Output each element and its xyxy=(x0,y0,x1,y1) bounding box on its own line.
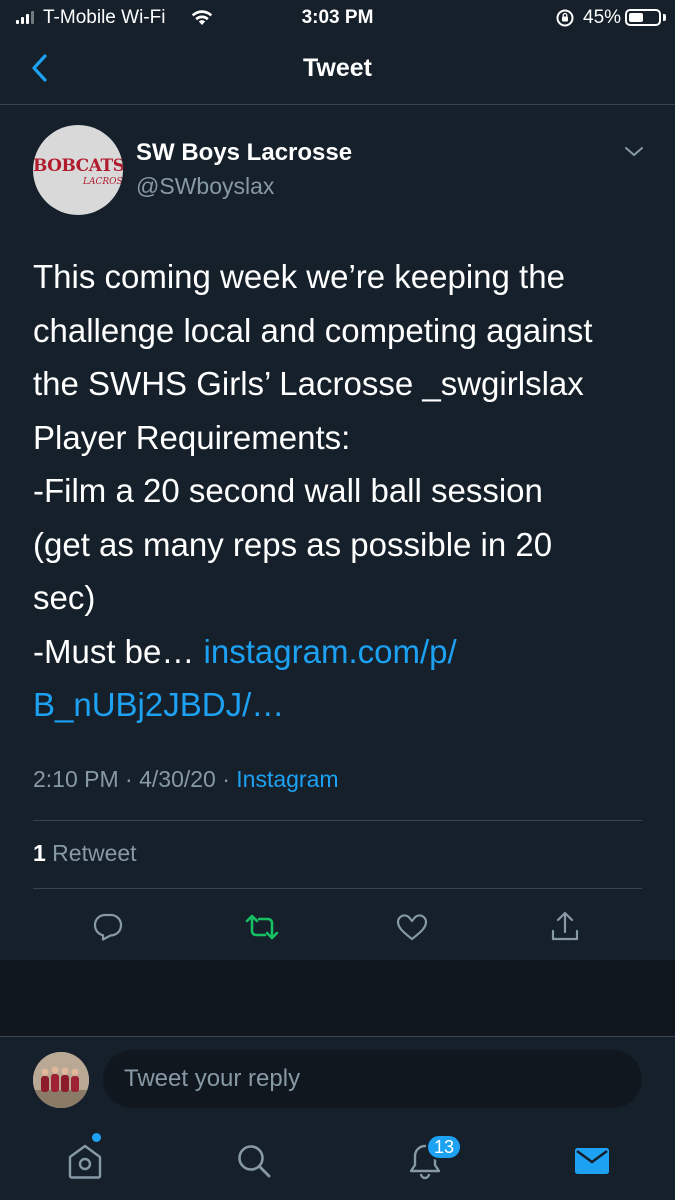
tweet-line: sec) xyxy=(33,579,96,616)
retweet-count: 1 xyxy=(33,840,46,866)
retweet-stats[interactable]: 1 Retweet xyxy=(33,840,137,867)
retweet-label: Retweet xyxy=(45,840,137,866)
reply-placeholder: Tweet your reply xyxy=(124,1065,301,1092)
status-bar: T-Mobile Wi-Fi 3:03 PM 45% xyxy=(0,0,675,36)
author-name[interactable]: SW Boys Lacrosse xyxy=(136,139,352,167)
battery-percent: 45% xyxy=(583,7,622,28)
tweet-line-with-link: -Must be… instagram.com/p/ xyxy=(33,625,648,679)
replies-area xyxy=(0,960,675,1036)
tweet-line: the SWHS Girls’ Lacrosse _swgirlslax xyxy=(33,365,584,402)
avatar-logo-subtext: LACROSSE xyxy=(83,177,123,187)
tweet-line: Player Requirements: xyxy=(33,418,351,456)
like-button[interactable] xyxy=(390,905,434,949)
share-icon xyxy=(551,911,579,941)
like-icon xyxy=(396,914,428,941)
tweet-line: -Must be… xyxy=(33,632,204,670)
retweet-button[interactable] xyxy=(240,905,284,949)
tweet-source-link[interactable]: Instagram xyxy=(236,766,338,792)
divider xyxy=(0,1036,675,1037)
tweet-menu-button[interactable] xyxy=(622,144,646,165)
tweet-line: challenge local and competing against xyxy=(33,311,593,349)
tweet-line: -Film a 20 second wall ball session xyxy=(33,472,543,509)
author-avatar[interactable]: BOBCATS LACROSSE xyxy=(33,125,123,215)
home-icon xyxy=(68,1144,102,1179)
divider xyxy=(33,888,642,889)
mail-icon xyxy=(575,1148,609,1174)
reply-button[interactable] xyxy=(86,905,130,949)
search-icon xyxy=(238,1145,271,1178)
battery-icon xyxy=(625,9,661,26)
tab-home[interactable] xyxy=(60,1136,110,1186)
avatar-logo-text: BOBCATS xyxy=(33,156,123,176)
rotation-lock-icon xyxy=(555,8,575,34)
author-handle[interactable]: @SWboyslax xyxy=(136,173,274,200)
nav-header: Tweet xyxy=(0,36,675,105)
tweet-text: This coming week we’re keeping the chall… xyxy=(33,250,648,732)
page-title: Tweet xyxy=(303,54,372,82)
tweet-meta: 2:10 PM · 4/30/20 · Instagram xyxy=(33,766,339,793)
tab-search[interactable] xyxy=(229,1136,279,1186)
reply-input[interactable]: Tweet your reply xyxy=(103,1050,642,1108)
tweet-line: (get as many reps as possible in 20 xyxy=(33,525,553,563)
tweet-link-continued[interactable]: B_nUBj2JBDJ/… xyxy=(33,678,648,732)
tab-messages[interactable] xyxy=(567,1136,617,1186)
reply-icon xyxy=(93,913,123,941)
share-button[interactable] xyxy=(543,905,587,949)
tweet-timestamp: 2:10 PM · 4/30/20 · xyxy=(33,766,237,792)
chevron-down-icon xyxy=(625,147,643,156)
divider xyxy=(33,820,642,821)
notification-badge: 13 xyxy=(426,1134,462,1160)
home-new-dot xyxy=(92,1133,101,1142)
retweet-icon xyxy=(245,914,279,940)
user-avatar[interactable] xyxy=(33,1052,89,1108)
tweet-link[interactable]: instagram.com/p/ xyxy=(204,633,457,670)
tweet-line: This coming week we’re keeping the xyxy=(33,258,565,295)
